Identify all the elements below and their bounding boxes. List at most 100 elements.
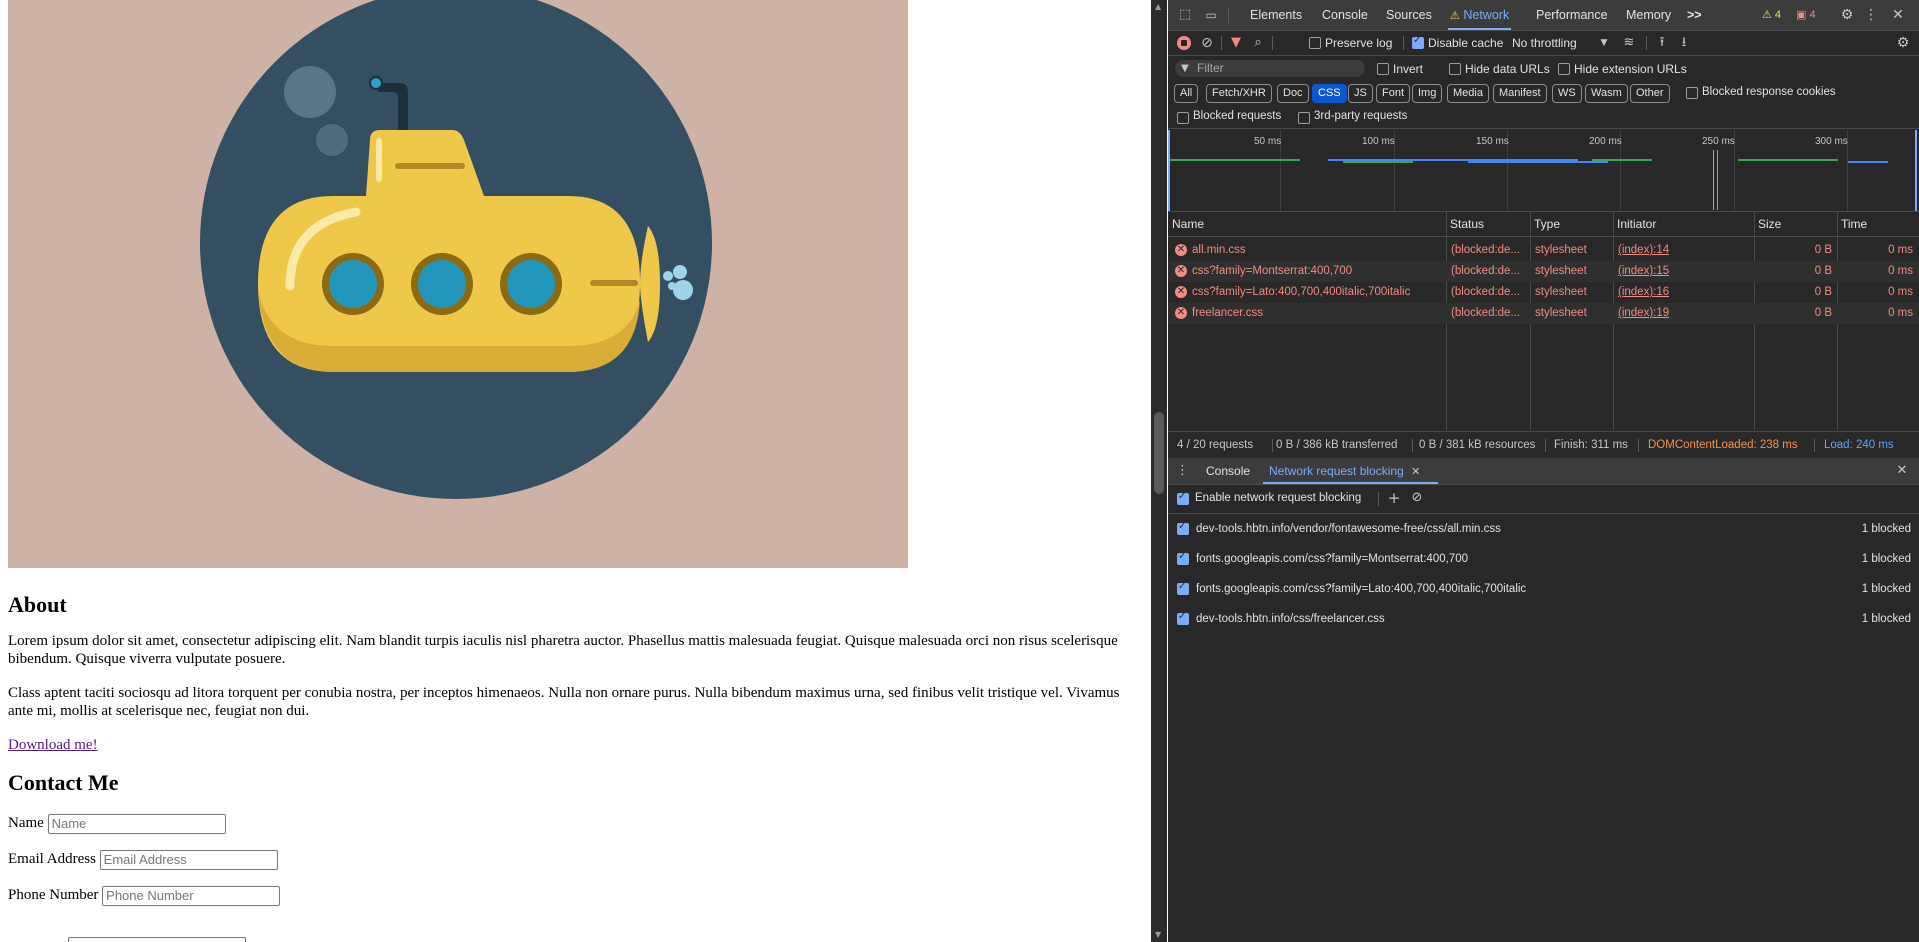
name-input[interactable] (47, 813, 226, 834)
throttling-select[interactable]: No throttling (1512, 36, 1577, 50)
chevron-down-icon[interactable]: ▼ (1598, 35, 1610, 51)
drawer-tab-network-request-blocking[interactable]: Network request blocking ✕ (1262, 458, 1439, 484)
add-pattern-icon[interactable]: + (1386, 489, 1402, 507)
col-type[interactable]: Type (1530, 212, 1560, 236)
blocked-requests-checkbox[interactable] (1177, 112, 1189, 124)
record-stop-icon[interactable] (1177, 36, 1191, 50)
timeline-bar (1738, 159, 1838, 161)
col-status[interactable]: Status (1446, 212, 1484, 236)
col-initiator[interactable]: Initiator (1613, 212, 1656, 236)
timeline-handle-right[interactable] (1915, 130, 1917, 211)
list-item[interactable]: fonts.googleapis.com/css?family=Lato:400… (1168, 575, 1919, 605)
pattern-checkbox[interactable] (1177, 581, 1189, 595)
drawer-tab-console[interactable]: Console (1206, 458, 1250, 484)
warning-icon: ⚠ (1450, 10, 1460, 22)
close-tab-icon[interactable]: ✕ (1411, 466, 1420, 478)
request-type: stylesheet (1535, 244, 1587, 256)
phone-row: Phone Number (8, 884, 1138, 906)
timeline-handle-left[interactable] (1168, 130, 1170, 211)
tab-performance[interactable]: Performance (1536, 0, 1608, 30)
request-status: (blocked:de... (1451, 286, 1521, 298)
type-filter-all[interactable]: All (1174, 84, 1199, 103)
tab-console[interactable]: Console (1322, 0, 1368, 30)
invert-checkbox[interactable] (1377, 63, 1389, 75)
scroll-down-icon[interactable]: ▼ (1155, 930, 1161, 939)
request-initiator-link[interactable]: (index):14 (1618, 240, 1669, 261)
pattern-blocked-count: 1 blocked (1861, 583, 1911, 595)
col-size[interactable]: Size (1754, 212, 1781, 236)
tab-sources[interactable]: Sources (1386, 0, 1432, 30)
list-item[interactable]: fonts.googleapis.com/css?family=Montserr… (1168, 545, 1919, 575)
request-initiator-link[interactable]: (index):15 (1618, 261, 1669, 282)
type-filter-ws[interactable]: WS (1552, 84, 1582, 103)
import-har-icon[interactable]: ⭱ (1654, 34, 1670, 52)
inspect-element-icon[interactable]: ⬚ (1177, 7, 1193, 23)
more-tabs-icon[interactable]: >> (1687, 0, 1702, 30)
more-options-icon[interactable]: ⋮ (1864, 6, 1878, 24)
col-time[interactable]: Time (1837, 212, 1867, 236)
preserve-log-checkbox[interactable] (1309, 37, 1321, 49)
third-party-requests-checkbox[interactable] (1298, 112, 1310, 124)
errors-badge[interactable]: ▣ 4 (1796, 0, 1816, 30)
timeline-bar (1170, 159, 1300, 161)
pattern-checkbox[interactable] (1177, 521, 1189, 535)
scroll-up-icon[interactable]: ▲ (1155, 2, 1161, 11)
phone-input[interactable] (102, 885, 281, 906)
blocked-response-cookies-checkbox[interactable] (1686, 87, 1698, 99)
email-input[interactable] (99, 849, 278, 870)
device-toolbar-icon[interactable]: ▭ (1203, 7, 1219, 23)
network-overview-timeline[interactable]: 50 ms 100 ms 150 ms 200 ms 250 ms 300 ms (1168, 130, 1919, 212)
type-filter-wasm[interactable]: Wasm (1585, 84, 1628, 103)
hide-extension-urls-checkbox[interactable] (1558, 63, 1570, 75)
hide-data-urls-checkbox[interactable] (1449, 63, 1461, 75)
network-conditions-icon[interactable]: ≋ (1620, 34, 1638, 52)
type-filter-img[interactable]: Img (1412, 84, 1443, 103)
pattern-checkbox[interactable] (1177, 551, 1189, 565)
type-filter-media[interactable]: Media (1447, 84, 1489, 103)
pattern-checkbox[interactable] (1177, 611, 1189, 625)
tab-memory[interactable]: Memory (1626, 0, 1671, 30)
prop-bubble-2 (673, 265, 687, 279)
download-link[interactable]: Download me! (8, 737, 98, 753)
network-settings-gear-icon[interactable]: ⚙ (1894, 34, 1912, 52)
type-filter-other[interactable]: Other (1630, 84, 1670, 103)
disable-cache-checkbox[interactable] (1412, 35, 1424, 49)
type-filter-bar: All Fetch/XHR Doc CSS JS Font Img Media … (1168, 82, 1919, 104)
table-row[interactable]: ✕ freelancer.css (blocked:de... styleshe… (1168, 303, 1919, 324)
close-devtools-icon[interactable]: ✕ (1890, 6, 1906, 24)
list-item[interactable]: dev-tools.hbtn.info/vendor/fontawesome-f… (1168, 515, 1919, 545)
drawer-tab-label: Network request blocking (1269, 464, 1404, 478)
tab-network-label: Network (1463, 8, 1510, 22)
list-item[interactable]: dev-tools.hbtn.info/css/freelancer.css 1… (1168, 605, 1919, 635)
table-row[interactable]: ✕ all.min.css (blocked:de... stylesheet … (1168, 240, 1919, 261)
request-initiator-link[interactable]: (index):19 (1618, 303, 1669, 324)
tab-elements[interactable]: Elements (1250, 0, 1302, 30)
close-drawer-icon[interactable]: ✕ (1894, 462, 1910, 480)
col-name[interactable]: Name (1168, 212, 1204, 236)
drawer-menu-icon[interactable]: ⋮ (1176, 462, 1189, 480)
table-row[interactable]: ✕ css?family=Montserrat:400,700 (blocked… (1168, 261, 1919, 282)
message-input-partial[interactable] (68, 937, 246, 942)
remove-all-patterns-icon[interactable]: ⊘ (1409, 489, 1425, 507)
type-filter-font[interactable]: Font (1376, 84, 1411, 103)
page-scrollbar[interactable]: ▲ ▼ (1151, 0, 1167, 942)
search-icon[interactable]: ⌕ (1250, 34, 1266, 52)
tab-network[interactable]: ⚠ Network (1447, 0, 1512, 30)
request-initiator-link[interactable]: (index):16 (1618, 282, 1669, 303)
page-scroll-thumb[interactable] (1154, 412, 1164, 494)
timeline-bar (1468, 161, 1608, 163)
type-filter-js[interactable]: JS (1348, 84, 1373, 103)
filter-input-box[interactable]: ▼ Filter (1175, 60, 1365, 77)
enable-blocking-checkbox[interactable] (1177, 491, 1189, 505)
type-filter-css[interactable]: CSS (1312, 84, 1347, 103)
settings-gear-icon[interactable]: ⚙ (1838, 6, 1856, 24)
warnings-badge[interactable]: ⚠ 4 (1762, 0, 1781, 30)
clear-icon[interactable]: ⊘ (1199, 34, 1215, 52)
table-row[interactable]: ✕ css?family=Lato:400,700,400italic,700i… (1168, 282, 1919, 303)
request-type: stylesheet (1535, 286, 1587, 298)
type-filter-doc[interactable]: Doc (1277, 84, 1309, 103)
filter-icon[interactable]: ▼ (1228, 34, 1244, 52)
type-filter-fetch-xhr[interactable]: Fetch/XHR (1206, 84, 1272, 103)
export-har-icon[interactable]: ⭳ (1676, 34, 1692, 52)
type-filter-manifest[interactable]: Manifest (1493, 84, 1547, 103)
